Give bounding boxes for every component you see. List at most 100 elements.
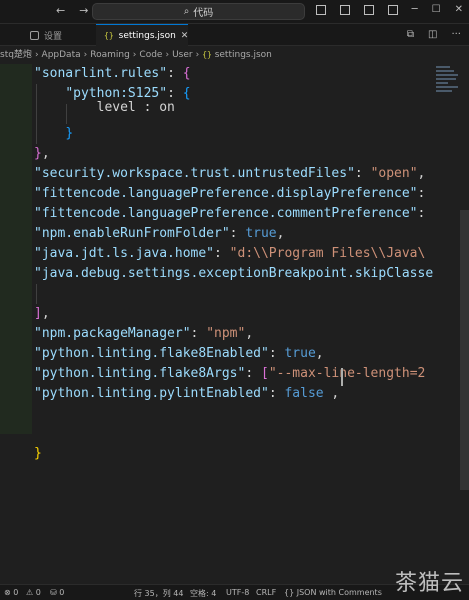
code-line: "sonarlint.rules": {: [34, 64, 191, 84]
minimap[interactable]: [434, 64, 460, 104]
cursor-position[interactable]: 行 35，列 44: [134, 588, 183, 599]
code-token: :: [245, 366, 261, 381]
code-token: "--max-line-length=2: [268, 366, 426, 381]
code-token: "sonarlint.rules": [34, 66, 168, 81]
code-line: "npm.packageManager": "npm",: [34, 324, 253, 344]
open-settings-ui-icon[interactable]: ⧉: [407, 29, 414, 40]
code-token: "npm.enableRunFromFolder": [34, 226, 230, 241]
settings-icon: [30, 30, 39, 40]
code-token: :: [214, 246, 230, 261]
code-token: }: [34, 146, 42, 161]
code-token: ,: [41, 146, 50, 161]
code-line: "fittencode.languagePreference.displayPr…: [34, 184, 425, 204]
code-token: :: [229, 226, 246, 241]
code-token: }: [34, 446, 42, 461]
more-actions-icon[interactable]: ···: [451, 29, 461, 40]
breadcrumb-item[interactable]: stq楚炮: [0, 50, 32, 60]
json-file-icon: {}: [202, 50, 212, 59]
code-token: :: [167, 66, 183, 81]
json-file-icon: {}: [104, 31, 114, 40]
search-icon: ⌕: [183, 6, 190, 17]
code-token: {: [182, 66, 191, 81]
code-token: "npm.packageManager": [34, 326, 191, 341]
code-line: },: [34, 144, 50, 164]
code-token: ,: [276, 226, 285, 241]
code-line: level : on: [34, 98, 175, 118]
breadcrumb-item[interactable]: AppData: [42, 50, 81, 60]
code-token: :: [190, 326, 207, 341]
code-editor[interactable]: "sonarlint.rules": { "python:S125": { le…: [0, 64, 469, 560]
code-token: ,: [245, 326, 254, 341]
chevron-right-icon: ›: [195, 50, 200, 60]
code-token: level : on: [34, 100, 175, 115]
code-line: }: [34, 124, 73, 144]
eol-setting[interactable]: CRLF: [256, 588, 276, 597]
forward-button[interactable]: →: [79, 4, 88, 17]
back-button[interactable]: ←: [56, 4, 65, 17]
tab-label: 设置: [44, 31, 63, 42]
indent-highlight: [0, 64, 32, 434]
breadcrumb: stq楚炮 › AppData › Roaming › Code › User ›{} setti…: [0, 46, 469, 64]
breadcrumb-item[interactable]: User: [172, 50, 193, 60]
code-token: :: [354, 166, 371, 181]
encoding-setting[interactable]: UTF-8: [226, 588, 249, 597]
indentation-setting[interactable]: 空格: 4: [190, 588, 216, 599]
code-line: "security.workspace.trust.untrustedFiles…: [34, 164, 425, 184]
minimize-button[interactable]: ─: [412, 4, 418, 15]
title-bar: ← → ⌕ 代码 ─ ☐ ✕: [0, 0, 469, 24]
tab-label: settings.json: [118, 30, 176, 41]
close-tab-icon[interactable]: ✕: [181, 31, 189, 41]
breadcrumb-item[interactable]: settings.json: [215, 50, 272, 60]
tab-bar: 设置 {} settings.json ✕ ⧉ ◫ ···: [0, 24, 469, 46]
code-token: "python.linting.flake8Enabled": [34, 346, 269, 361]
toggle-secondary-sidebar-icon[interactable]: [363, 4, 374, 15]
watermark-logo: 茶猫云: [395, 571, 465, 596]
code-token: "python.linting.pylintEnabled": [34, 386, 269, 401]
search-text: 代码: [193, 8, 214, 19]
code-token: true: [284, 346, 316, 361]
toggle-primary-sidebar-icon[interactable]: [315, 4, 326, 15]
errors-indicator[interactable]: ⊗ 0: [4, 588, 18, 597]
code-token: :: [417, 206, 426, 221]
maximize-button[interactable]: ☐: [432, 4, 441, 15]
warnings-indicator[interactable]: ⚠ 0: [26, 588, 41, 597]
code-token: "security.workspace.trust.untrustedFiles…: [34, 166, 355, 181]
code-line: "java.debug.settings.exceptionBreakpoint…: [34, 264, 433, 284]
code-line: }: [34, 444, 42, 464]
code-line: "python.linting.flake8Args": ["--max-lin…: [34, 364, 425, 384]
code-line: ],: [34, 304, 50, 324]
close-window-button[interactable]: ✕: [455, 4, 463, 15]
breadcrumb-item[interactable]: Code: [139, 50, 162, 60]
chevron-right-icon: ›: [34, 50, 39, 60]
code-token: ,: [323, 386, 340, 401]
code-line: "java.jdt.ls.java.home": "d:\\Program Fi…: [34, 244, 425, 264]
vertical-scrollbar[interactable]: [460, 210, 469, 490]
code-token: false: [284, 386, 324, 401]
toggle-panel-icon[interactable]: [339, 4, 350, 15]
code-token: "python.linting.flake8Args": [34, 366, 246, 381]
tab-settings-json[interactable]: {} settings.json ✕: [96, 24, 188, 46]
code-token: }: [65, 126, 74, 141]
chevron-right-icon: ›: [165, 50, 170, 60]
code-token: "fittencode.languagePreference.displayPr…: [34, 186, 418, 201]
code-token: "open": [370, 166, 418, 181]
command-center-search[interactable]: ⌕ 代码: [92, 3, 305, 20]
breadcrumb-item[interactable]: Roaming: [90, 50, 130, 60]
code-line: "fittencode.languagePreference.commentPr…: [34, 204, 425, 224]
code-line: "python.linting.flake8Enabled": true,: [34, 344, 324, 364]
code-token: ,: [315, 346, 324, 361]
code-token: ,: [417, 166, 426, 181]
code-token: [: [260, 366, 269, 381]
code-token: "d:\\Program Files\\Java\: [229, 246, 426, 261]
chevron-right-icon: ›: [83, 50, 88, 60]
ports-indicator[interactable]: ⛁ 0: [50, 588, 64, 597]
language-mode[interactable]: {} JSON with Comments: [284, 588, 382, 597]
code-token: {: [182, 86, 191, 101]
split-editor-icon[interactable]: ◫: [428, 29, 437, 40]
code-token: "java.jdt.ls.java.home": [34, 246, 215, 261]
tab-settings-ui[interactable]: 设置: [22, 24, 94, 46]
customize-layout-icon[interactable]: [387, 4, 398, 15]
chevron-right-icon: ›: [132, 50, 137, 60]
code-token: ,: [41, 306, 50, 321]
